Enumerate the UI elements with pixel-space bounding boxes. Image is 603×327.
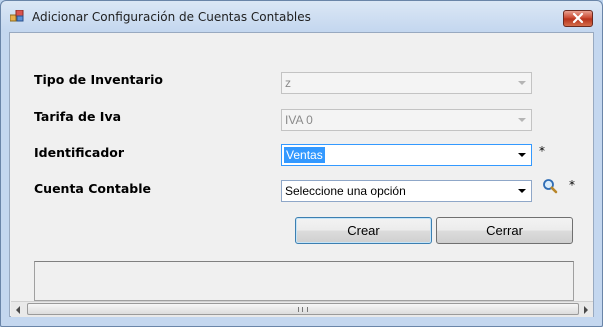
chevron-down-icon[interactable] — [518, 189, 526, 193]
cuenta-contable-select[interactable]: Seleccione una opción — [281, 180, 532, 202]
scroll-right-arrow-icon[interactable] — [584, 306, 588, 314]
create-button[interactable]: Crear — [295, 217, 432, 244]
identificador-value: Ventas — [284, 147, 325, 163]
label-cuenta-contable: Cuenta Contable — [34, 181, 151, 196]
close-button[interactable]: Cerrar — [436, 217, 573, 244]
message-area — [34, 261, 574, 301]
form-panel: Tipo de Inventario z Tarifa de Iva IVA 0… — [9, 32, 594, 317]
magnifier-icon[interactable] — [542, 178, 558, 194]
close-window-button[interactable] — [563, 10, 593, 27]
cuenta-contable-value: Seleccione una opción — [285, 184, 406, 198]
label-identificador: Identificador — [34, 145, 125, 160]
scroll-thumb[interactable] — [27, 303, 579, 315]
chevron-down-icon[interactable] — [518, 153, 526, 157]
label-tarifa-iva: Tarifa de Iva — [34, 109, 122, 124]
dialog-window: Adicionar Configuración de Cuentas Conta… — [0, 0, 603, 327]
horizontal-scrollbar[interactable] — [11, 301, 593, 317]
tarifa-iva-value: IVA 0 — [285, 113, 313, 127]
identificador-select[interactable]: Ventas — [281, 144, 532, 166]
window-title: Adicionar Configuración de Cuentas Conta… — [32, 10, 311, 24]
scroll-left-arrow-icon[interactable] — [16, 306, 20, 314]
close-icon — [572, 12, 584, 24]
app-icon — [10, 10, 24, 22]
grip-icon — [298, 307, 308, 312]
tipo-inventario-select: z — [281, 72, 532, 94]
tipo-inventario-value: z — [285, 76, 291, 90]
title-bar[interactable]: Adicionar Configuración de Cuentas Conta… — [1, 1, 602, 31]
required-mark: * — [539, 144, 545, 158]
chevron-down-icon — [518, 81, 526, 85]
label-tipo-inventario: Tipo de Inventario — [34, 72, 163, 87]
required-mark: * — [569, 178, 575, 192]
tarifa-iva-select: IVA 0 — [281, 109, 532, 131]
chevron-down-icon — [518, 118, 526, 122]
